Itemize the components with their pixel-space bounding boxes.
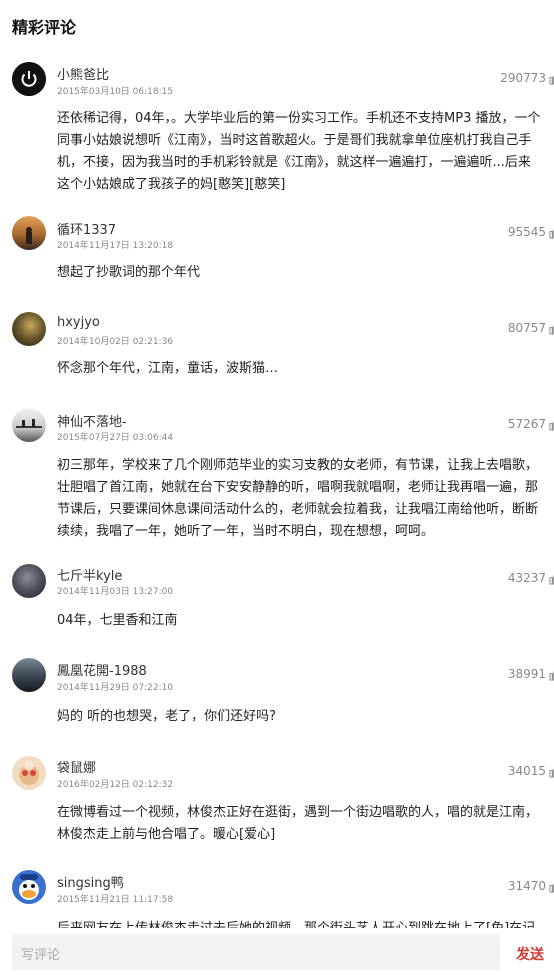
comment-item: hxyjyo 2014年10月02日 02:21:36 80757 怀念那个年代… [0, 298, 554, 394]
like-count: 34015 [507, 764, 546, 778]
avatar[interactable] [12, 62, 46, 96]
comment-item: 神仙不落地- 2015年07月27日 03:06:44 57267 初三那年，学… [0, 394, 554, 558]
like-button[interactable]: 80757 [508, 321, 554, 335]
thumbs-up-icon [549, 767, 554, 778]
like-button[interactable]: 95545 [508, 225, 554, 239]
avatar[interactable] [12, 756, 46, 790]
username[interactable]: 神仙不落地- [57, 411, 127, 430]
comment-text: 初三那年，学校来了几个刚师范毕业的实习支教的女老师，有节课，让我上去唱歌，壮胆唱… [57, 458, 539, 539]
thumbs-up-icon [549, 670, 554, 681]
like-count: 57267 [507, 417, 546, 431]
like-button[interactable]: 290773 [500, 71, 554, 85]
comment-item: 循环1337 2014年11月17日 13:20:18 95545 想起了抄歌词… [0, 202, 554, 298]
username[interactable]: singsing鸭 [57, 872, 124, 891]
comment-item: 鳳凰花開-1988 2014年11月29日 07:22:10 38991 妈的 … [0, 652, 554, 748]
comment-date: 2016年02月12日 02:12:32 [57, 780, 174, 790]
comment-date: 2014年11月29日 07:22:10 [57, 683, 174, 693]
thumbs-up-icon [549, 420, 554, 431]
comment-text: 在微博看过一个视频，林俊杰正好在逛街，遇到一个街边唱歌的人，唱的就是江南，林俊杰… [57, 805, 539, 842]
comment-text: 还依稀记得，04年，。大学毕业后的第一份实习工作。手机还不支持MP3 播放，一个… [57, 111, 541, 192]
like-button[interactable]: 43237 [508, 571, 554, 585]
comment-item: 袋鼠娜 2016年02月12日 02:12:32 34015 在微博看过一个视频… [0, 748, 554, 866]
like-count: 95545 [507, 225, 546, 239]
comment-date: 2014年10月02日 02:21:36 [57, 337, 174, 347]
username[interactable]: 七斤半kyle [57, 565, 122, 584]
like-button[interactable]: 38991 [508, 667, 554, 681]
comment-date: 2015年03月10日 06:18:15 [57, 87, 174, 97]
comment-text: 04年，七里香和江南 [57, 613, 178, 628]
comment-input-placeholder: 写评论 [21, 948, 61, 963]
username[interactable]: 小熊爸比 [57, 64, 109, 83]
avatar[interactable] [12, 658, 46, 692]
thumbs-up-icon [549, 74, 554, 85]
username[interactable]: hxyjyo [57, 315, 100, 330]
username[interactable]: 袋鼠娜 [57, 757, 96, 776]
comment-item: singsing鸭 2015年11月21日 11:17:58 31470 后来网… [0, 866, 554, 928]
comment-item: 小熊爸比 2015年03月10日 06:18:15 290773 还依稀记得，0… [0, 52, 554, 202]
comment-text: 妈的 听的也想哭，老了，你们还好吗? [57, 709, 277, 724]
avatar[interactable] [12, 312, 46, 346]
username[interactable]: 循环1337 [57, 219, 116, 238]
like-count: 80757 [507, 321, 546, 335]
avatar[interactable] [12, 216, 46, 250]
like-button[interactable]: 34015 [508, 764, 554, 778]
comment-list[interactable]: 小熊爸比 2015年03月10日 06:18:15 290773 还依稀记得，0… [0, 52, 554, 928]
send-button[interactable]: 发送 [516, 944, 544, 964]
comment-date: 2015年11月21日 11:17:58 [57, 895, 174, 905]
thumbs-up-icon [549, 574, 554, 585]
thumbs-up-icon [549, 228, 554, 239]
page-title: 精彩评论 [12, 18, 77, 37]
like-count: 43237 [507, 571, 546, 585]
avatar[interactable] [12, 870, 46, 904]
comment-text: 怀念那个年代，江南，童话，波斯猫… [57, 361, 279, 376]
avatar[interactable] [12, 564, 46, 598]
thumbs-up-icon [549, 324, 554, 335]
like-count: 38991 [507, 667, 546, 681]
comment-text: 想起了抄歌词的那个年代 [57, 265, 201, 280]
comment-date: 2014年11月17日 13:20:18 [57, 241, 174, 251]
like-button[interactable]: 57267 [508, 417, 554, 431]
like-button[interactable]: 31470 [508, 879, 554, 893]
thumbs-up-icon [549, 882, 554, 893]
like-count: 31470 [507, 879, 546, 893]
username[interactable]: 鳳凰花開-1988 [57, 660, 147, 679]
comment-input[interactable]: 写评论 [12, 934, 500, 970]
avatar[interactable] [12, 408, 46, 442]
like-count: 290773 [500, 71, 546, 85]
comment-text: 后来网友在上传林俊杰走过去后她的视频，那个街头艺人开心到跳在地上了[兔]在记 [57, 918, 541, 928]
comment-date: 2015年07月27日 03:06:44 [57, 433, 174, 443]
comment-item: 七斤半kyle 2014年11月03日 13:27:00 43237 04年，七… [0, 558, 554, 652]
comment-date: 2014年11月03日 13:27:00 [57, 587, 174, 597]
comment-compose-bar: 写评论 发送 [0, 928, 554, 975]
